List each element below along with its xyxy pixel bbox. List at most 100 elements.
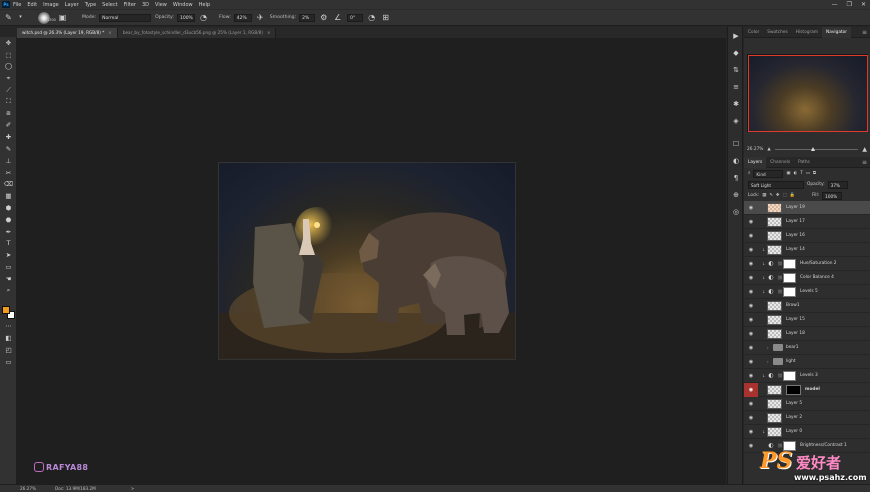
visibility-eye-icon[interactable]: ◉ [744, 373, 758, 379]
visibility-eye-icon[interactable]: ◉ [744, 303, 758, 309]
navigator-thumbnail[interactable] [747, 54, 868, 132]
layer-name[interactable]: Layer 2 [786, 415, 802, 420]
layer-row[interactable]: ◉ ↓ ◐ ⛓ Hue/Saturation 2 [744, 257, 870, 271]
layer-name[interactable]: Layer 17 [786, 219, 805, 224]
filter-shape-icon[interactable]: ▭ [806, 171, 810, 176]
tool-icon[interactable]: ✚ [0, 131, 17, 143]
tool-icon[interactable]: ⌫ [0, 179, 17, 191]
tab-channels[interactable]: Channels [766, 157, 794, 168]
symmetry-icon[interactable]: ⊞ [381, 13, 390, 22]
layer-row[interactable]: ◉ Layer 17 [744, 215, 870, 229]
layer-mask-thumbnail[interactable] [783, 286, 796, 297]
zoom-in-icon[interactable]: ▲ [862, 146, 867, 153]
layer-row[interactable]: ◉ ↓ ◐ ⛓ Levels 3 [744, 369, 870, 383]
filter-kind-select[interactable]: Kind [753, 169, 784, 178]
menu-edit[interactable]: Edit [27, 2, 37, 8]
tool-icon[interactable]: ✎ [0, 143, 17, 155]
filter-type-icon[interactable]: T [800, 171, 803, 176]
layer-name[interactable]: Layer 14 [786, 247, 805, 252]
layer-thumbnail[interactable] [767, 328, 782, 339]
tool-icon[interactable]: ⬚ [0, 49, 17, 61]
tool-icon[interactable]: ◰ [0, 344, 17, 356]
dock-panel-icon[interactable]: ◆ [728, 44, 744, 61]
dock-panel-icon[interactable]: ☐ [728, 135, 744, 152]
layer-row[interactable]: ◉ › light [744, 355, 870, 369]
layer-name[interactable]: bear1 [786, 345, 799, 350]
layer-thumbnail[interactable] [767, 300, 782, 311]
tool-icon[interactable]: ✒ [0, 226, 17, 238]
layer-thumbnail[interactable] [767, 244, 782, 255]
tab-color[interactable]: Color [744, 27, 763, 38]
tool-icon[interactable]: ▭ [0, 356, 17, 368]
tool-icon[interactable]: ⌕ [0, 285, 17, 297]
menu-select[interactable]: Select [102, 2, 117, 8]
layer-name[interactable]: light [786, 359, 796, 364]
tab-navigator[interactable]: Navigator [822, 26, 852, 38]
smoothing-field[interactable]: 2% [299, 13, 316, 22]
layer-row[interactable]: ◉ Brow1 [744, 299, 870, 313]
visibility-eye-icon[interactable]: ◉ [744, 401, 758, 407]
layer-name[interactable]: Brow1 [786, 303, 800, 308]
tool-icon[interactable]: ▦ [0, 190, 17, 202]
menu-view[interactable]: View [155, 2, 167, 8]
status-menu-arrow[interactable]: > [131, 486, 135, 491]
menu-window[interactable]: Window [173, 2, 193, 8]
visibility-eye-icon[interactable]: ◉ [744, 415, 758, 421]
layer-name[interactable]: Levels 3 [800, 373, 818, 378]
tool-icon[interactable]: ✐ [0, 120, 17, 132]
layer-mask-thumbnail[interactable] [786, 384, 801, 395]
panel-menu-icon[interactable]: ≡ [862, 27, 867, 38]
layers-panel-menu-icon[interactable]: ≡ [862, 157, 867, 168]
maximize-button[interactable]: ❐ [847, 1, 852, 8]
menu-file[interactable]: File [13, 2, 21, 8]
tool-icon[interactable]: ◧ [0, 332, 17, 344]
tool-icon[interactable]: T [0, 238, 17, 250]
visibility-eye-icon[interactable]: ◉ [744, 205, 758, 211]
layer-thumbnail[interactable] [767, 202, 782, 213]
layer-thumbnail[interactable] [767, 216, 782, 227]
tool-icon[interactable]: ⛶ [0, 96, 17, 108]
filter-adjust-icon[interactable]: ◐ [793, 171, 797, 176]
visibility-eye-icon[interactable]: ◉ [744, 331, 758, 337]
brush-tool-icon[interactable]: ✎ [4, 13, 13, 22]
visibility-eye-icon[interactable]: ◉ [744, 219, 758, 225]
tool-icon[interactable]: ⬢ [0, 202, 17, 214]
navigator-zoom-value[interactable]: 26.27% [747, 147, 763, 152]
tab-paths[interactable]: Paths [794, 157, 814, 168]
filter-smart-icon[interactable]: ⧉ [813, 171, 816, 176]
layer-row[interactable]: ◉ ↓ ◐ ⛓ Levels 5 [744, 285, 870, 299]
close-icon[interactable]: × [108, 30, 112, 35]
menu-type[interactable]: Type [85, 2, 96, 8]
chevron-down-icon[interactable]: ▾ [18, 13, 23, 22]
document-workspace[interactable]: RAFYA88 [17, 38, 726, 484]
close-icon[interactable]: × [267, 30, 271, 35]
layer-name[interactable]: Layer 19 [786, 205, 805, 210]
dock-panel-icon[interactable]: ◐ [728, 152, 744, 169]
document-canvas[interactable] [218, 162, 516, 360]
layer-name[interactable]: Layer 5 [786, 401, 802, 406]
tool-icon[interactable]: ☚ [0, 273, 17, 285]
mode-select[interactable]: Normal [99, 13, 152, 22]
visibility-eye-icon[interactable]: ◉ [744, 359, 758, 365]
layer-name[interactable]: Hue/Saturation 2 [800, 261, 837, 266]
close-window-button[interactable]: ✕ [861, 1, 866, 8]
layer-mask-thumbnail[interactable] [783, 272, 796, 283]
pressure-size-icon[interactable]: ◔ [367, 13, 376, 22]
lock-brush-icon[interactable]: ✎ [769, 193, 773, 198]
dock-panel-icon[interactable]: ◎ [728, 203, 744, 220]
layer-thumbnail[interactable] [767, 230, 782, 241]
tool-icon[interactable]: ◯ [0, 61, 17, 73]
visibility-eye-icon[interactable]: ◉ [744, 261, 758, 267]
layer-row[interactable]: ◉ Layer 15 [744, 313, 870, 327]
layer-name[interactable]: Layer 16 [786, 233, 805, 238]
minimize-button[interactable]: — [832, 1, 838, 8]
lock-artboard-icon[interactable]: ⬚ [783, 193, 787, 198]
layer-name[interactable]: Levels 5 [800, 289, 818, 294]
tool-icon[interactable]: ▭ [0, 261, 17, 273]
layer-row[interactable]: ◉ Layer 19 [744, 201, 870, 215]
menu-help[interactable]: Help [199, 2, 210, 8]
tool-icon[interactable]: ⌖ [0, 72, 17, 84]
tab-histogram[interactable]: Histogram [792, 27, 822, 38]
layer-thumbnail[interactable] [767, 398, 782, 409]
visibility-eye-icon[interactable]: ◉ [744, 233, 758, 239]
